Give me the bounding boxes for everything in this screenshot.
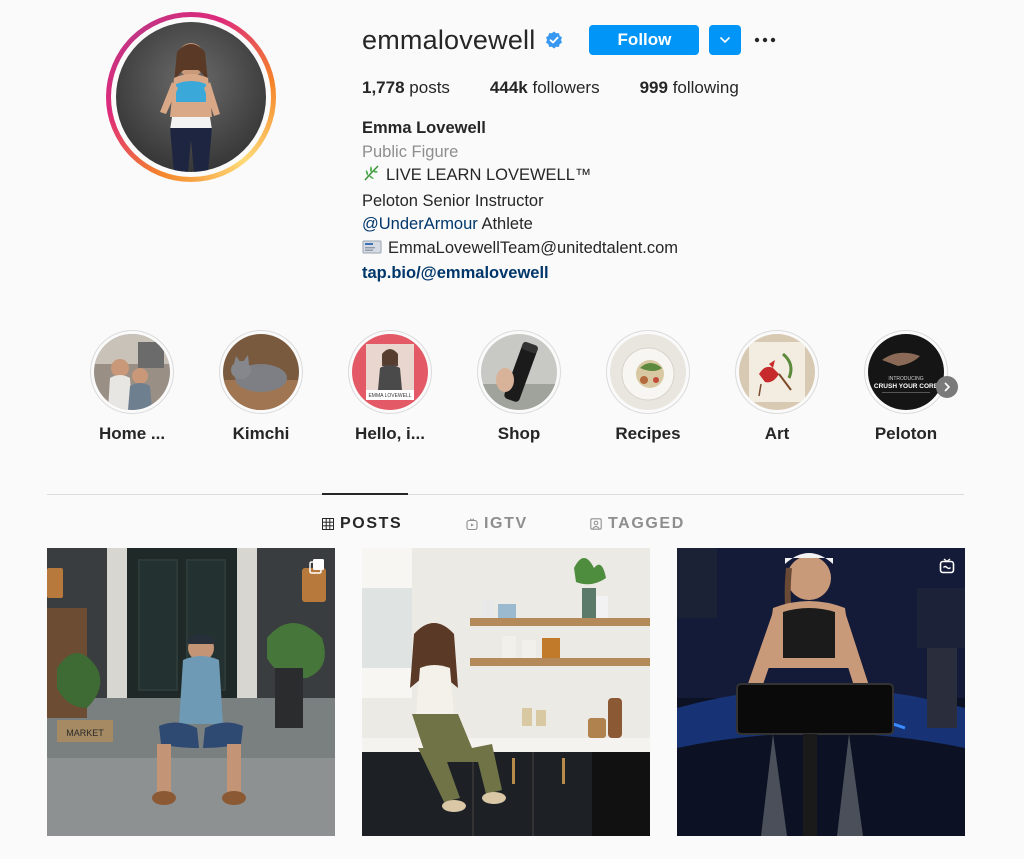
highlight-label: Peloton bbox=[874, 424, 938, 443]
profile-avatar-ring[interactable] bbox=[106, 12, 276, 182]
tabs-divider bbox=[47, 494, 964, 495]
follow-button[interactable]: Follow bbox=[589, 25, 700, 55]
posts-count: 1,778 posts bbox=[362, 78, 450, 97]
post-image-kitchen bbox=[362, 548, 650, 836]
underarmour-mention-link[interactable]: @UnderArmour bbox=[362, 215, 478, 233]
highlight-hello[interactable]: EMMA LOVEWELL Hello, i... bbox=[340, 330, 440, 444]
full-name: Emma Lovewell bbox=[362, 119, 486, 137]
more-dots-icon bbox=[755, 37, 776, 43]
highlight-kimchi[interactable]: Kimchi bbox=[211, 330, 311, 444]
highlight-label: Art bbox=[764, 424, 790, 443]
tab-tagged[interactable]: TAGGED bbox=[590, 515, 685, 533]
profile-header-row: emmalovewell Follow bbox=[362, 24, 777, 56]
chevron-right-icon bbox=[944, 382, 951, 392]
igtv-icon bbox=[466, 518, 478, 530]
home-highlight-image bbox=[94, 334, 170, 410]
peloton-title-text: CRUSH YOUR CORE bbox=[874, 383, 939, 390]
bio-line-tagline: LIVE LEARN LOVEWELL™ bbox=[362, 164, 678, 190]
hello-highlight-image: EMMA LOVEWELL bbox=[352, 334, 428, 410]
highlight-home[interactable]: Home ... bbox=[82, 330, 182, 444]
highlights-next-button[interactable] bbox=[936, 376, 958, 398]
shop-highlight-image bbox=[481, 334, 557, 410]
profile-tabs: POSTS IGTV TAGGED bbox=[0, 512, 1024, 534]
active-tab-indicator bbox=[322, 493, 408, 495]
tab-label: POSTS bbox=[340, 515, 403, 532]
bio-website-link[interactable]: tap.bio/@emmalovewell bbox=[362, 262, 678, 286]
recipes-highlight-image bbox=[610, 334, 686, 410]
profile-bio: Emma Lovewell Public Figure LIVE LEARN L… bbox=[362, 117, 678, 286]
market-sign-text: MARKET bbox=[66, 728, 104, 738]
story-highlights: Home ... Kimchi EMMA LOVEWELL Hello, i..… bbox=[82, 330, 962, 450]
post-thumbnail[interactable] bbox=[362, 548, 650, 836]
highlight-label: Hello, i... bbox=[355, 424, 425, 443]
peloton-intro-text: INTRODUCING bbox=[888, 376, 923, 382]
tab-igtv[interactable]: IGTV bbox=[466, 515, 528, 533]
post-thumbnail[interactable] bbox=[677, 548, 965, 836]
tagged-icon bbox=[590, 518, 602, 530]
bio-line-role: Peloton Senior Instructor bbox=[362, 191, 544, 210]
highlight-label: Shop bbox=[497, 424, 541, 443]
profile-stats: 1,778 posts 444k followers 999 following bbox=[362, 78, 779, 98]
username: emmalovewell bbox=[362, 24, 536, 55]
verified-badge-icon bbox=[545, 31, 563, 49]
highlight-label: Recipes bbox=[615, 424, 681, 443]
chevron-down-icon bbox=[720, 36, 731, 44]
art-highlight-image bbox=[739, 334, 815, 410]
bio-line-email: EmmaLovewellTeam@unitedtalent.com bbox=[362, 237, 678, 263]
bio-line-sponsor: @UnderArmour Athlete bbox=[362, 215, 533, 233]
profile-avatar bbox=[116, 22, 266, 172]
category-label: Public Figure bbox=[362, 142, 459, 161]
highlight-label: Home ... bbox=[98, 424, 166, 443]
highlight-shop[interactable]: Shop bbox=[469, 330, 569, 444]
highlight-art[interactable]: Art bbox=[727, 330, 827, 444]
tab-label: TAGGED bbox=[608, 515, 685, 532]
herb-icon bbox=[362, 164, 380, 190]
following-link[interactable]: 999 following bbox=[640, 78, 739, 98]
highlight-recipes[interactable]: Recipes bbox=[598, 330, 698, 444]
tab-posts[interactable]: POSTS bbox=[322, 515, 402, 533]
carousel-icon bbox=[309, 558, 325, 574]
envelope-icon bbox=[362, 239, 382, 263]
cat-highlight-image bbox=[223, 334, 299, 410]
peloton-highlight-image: INTRODUCING CRUSH YOUR CORE bbox=[868, 334, 944, 410]
hello-highlight-text: EMMA LOVEWELL bbox=[368, 393, 411, 399]
highlight-label: Kimchi bbox=[232, 424, 290, 443]
more-options-button[interactable] bbox=[753, 28, 777, 52]
followers-link[interactable]: 444k followers bbox=[490, 78, 600, 98]
igtv-badge-icon bbox=[939, 558, 955, 574]
post-thumbnail[interactable]: MARKET bbox=[47, 548, 335, 836]
grid-icon bbox=[322, 518, 334, 530]
suggested-accounts-button[interactable] bbox=[709, 25, 742, 55]
post-image-peloton-class bbox=[677, 548, 965, 836]
tab-label: IGTV bbox=[484, 515, 528, 532]
post-image-doorstep: MARKET bbox=[47, 548, 335, 836]
